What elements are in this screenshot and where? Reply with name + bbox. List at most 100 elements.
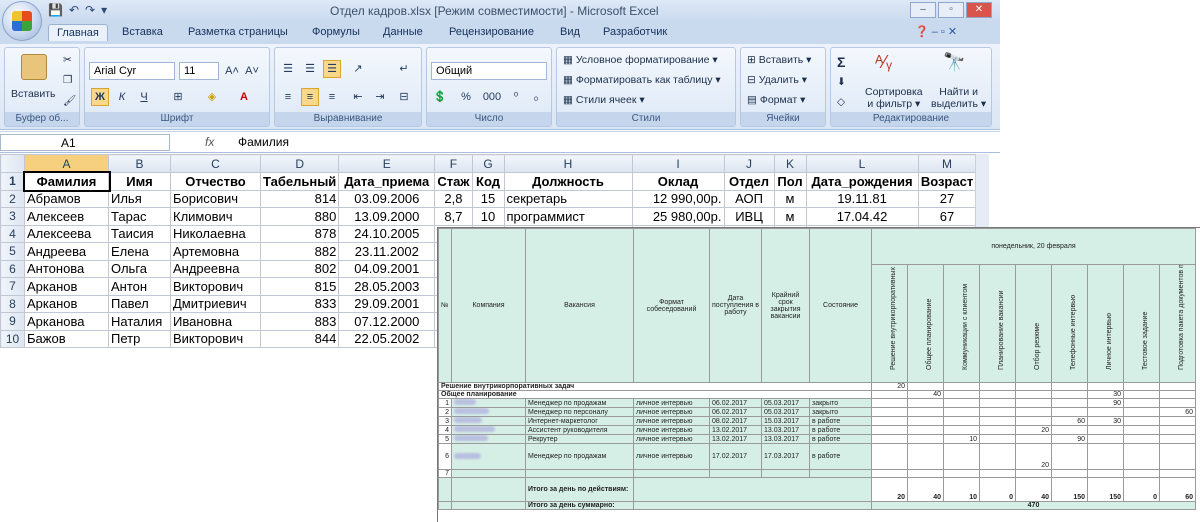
cell[interactable]: 883 [259,312,340,331]
header-cell[interactable]: Дата_рождения [805,172,919,191]
number-format-select[interactable]: Общий [431,62,547,80]
header-cell[interactable]: Фамилия [22,170,111,192]
tab-review[interactable]: Рецензирование [449,26,534,38]
cell[interactable]: Илья [108,189,171,208]
column-header[interactable]: E [338,154,436,173]
close-button[interactable]: ✕ [966,2,992,18]
cell[interactable]: Арканов [24,277,109,296]
office-button[interactable] [2,1,42,41]
cell[interactable]: 8,7 [434,207,473,226]
cell[interactable]: Андреева [24,242,109,261]
cell[interactable]: 12 990,00р. [631,189,725,208]
row-number[interactable]: 6 [0,259,25,278]
tab-view[interactable]: Вид [560,26,580,38]
cell[interactable]: Викторович [170,329,261,348]
row-number[interactable]: 1 [0,172,25,191]
row-number[interactable]: 10 [0,329,25,348]
delete-cells-button[interactable]: ⊟ Удалить ▾ [747,74,807,86]
fx-icon[interactable]: fx [205,135,214,149]
find-select-icon[interactable]: 🔭 [943,52,965,73]
name-box[interactable]: A1 [0,134,170,151]
cell[interactable]: м [773,189,807,208]
header-cell[interactable]: Оклад [631,172,725,191]
row-number[interactable]: 9 [0,312,25,331]
formula-input[interactable]: Фамилия [238,135,289,149]
format-as-table-button[interactable]: ▦ Форматировать как таблицу ▾ [563,74,721,86]
underline-button[interactable]: Ч [135,88,153,106]
paste-button[interactable]: Вставить [11,88,56,100]
cell[interactable]: 833 [259,294,340,313]
vertical-scrollbar[interactable] [975,154,989,229]
header-cell[interactable]: Табельный [259,172,340,191]
cell[interactable]: Антон [108,277,171,296]
cell[interactable]: Тарас [108,207,171,226]
cell[interactable]: 10 [471,207,505,226]
redo-icon[interactable]: ↷ [85,3,95,17]
decrease-decimal-icon[interactable]: ₀ [527,88,545,106]
orientation-icon[interactable]: ↗ [349,60,367,78]
row-number[interactable]: 3 [0,207,25,226]
merge-center-icon[interactable]: ⊟ [395,88,413,106]
cell[interactable]: 07.12.2000 [338,312,436,331]
clear-icon[interactable]: ◇ [837,96,845,108]
tab-developer[interactable]: Разработчик [603,26,667,38]
cell[interactable]: Арканова [24,312,109,331]
cell[interactable]: 802 [259,259,340,278]
row-number[interactable]: 2 [0,189,25,208]
cell[interactable]: ИВЦ [723,207,775,226]
header-cell[interactable]: Имя [108,172,171,191]
cell[interactable]: 22.05.2002 [338,329,436,348]
column-header[interactable]: L [805,154,919,173]
header-cell[interactable]: Дата_приема [338,172,436,191]
row-number[interactable]: 8 [0,294,25,313]
bold-button[interactable]: Ж [91,88,109,106]
cell[interactable]: 880 [259,207,340,226]
cell-styles-button[interactable]: ▦ Стили ячеек ▾ [563,94,645,106]
cell[interactable]: 67 [917,207,977,226]
align-left-icon[interactable]: ≡ [279,88,297,106]
save-icon[interactable]: 💾 [48,3,63,17]
column-header[interactable]: G [471,154,505,173]
tab-data[interactable]: Данные [383,26,423,38]
maximize-button[interactable]: ▫ [938,2,964,18]
cell[interactable]: Ольга [108,259,171,278]
increase-decimal-icon[interactable]: ⁰ [507,88,525,106]
autosum-button[interactable]: Σ [837,54,845,70]
font-size-select[interactable]: 11 [179,62,219,80]
cell[interactable]: программист [503,207,633,226]
cell[interactable]: 17.04.42 [805,207,919,226]
header-cell[interactable]: Стаж [434,172,473,191]
borders-icon[interactable]: ⊞ [169,88,187,106]
cell[interactable]: Дмитриевич [170,294,261,313]
cell[interactable]: 24.10.2005 [338,224,436,243]
cell[interactable]: 815 [259,277,340,296]
cell[interactable]: Алексеева [24,224,109,243]
italic-button[interactable]: К [113,88,131,106]
cell[interactable]: Таисия [108,224,171,243]
header-cell[interactable]: Возраст [917,172,977,191]
shrink-font-icon[interactable]: A˅ [243,62,261,80]
column-header[interactable]: J [723,154,775,173]
copy-icon[interactable]: ❐ [63,74,72,86]
thousands-button[interactable]: 000 [479,88,505,106]
conditional-formatting-button[interactable]: ▦ Условное форматирование ▾ [563,54,718,66]
cell[interactable]: Климович [170,207,261,226]
align-middle-icon[interactable]: ☰ [301,60,319,78]
header-cell[interactable]: Отчество [170,172,261,191]
cell[interactable]: Бажов [24,329,109,348]
customize-qat-icon[interactable]: ▾ [101,3,107,17]
cell[interactable]: 03.09.2006 [338,189,436,208]
sort-filter-button[interactable]: Сортировка и фильтр ▾ [865,86,923,110]
cell[interactable]: 2,8 [434,189,473,208]
cell[interactable]: 878 [259,224,340,243]
increase-indent-icon[interactable]: ⇥ [371,88,389,106]
cell[interactable]: Арканов [24,294,109,313]
cut-icon[interactable]: ✂ [63,54,72,66]
cell[interactable]: Антонова [24,259,109,278]
align-center-icon[interactable]: ≡ [301,88,319,106]
tab-insert[interactable]: Вставка [122,26,163,38]
row-number[interactable]: 4 [0,224,25,243]
cell[interactable]: Николаевна [170,224,261,243]
header-cell[interactable]: Код [471,172,505,191]
cell[interactable]: м [773,207,807,226]
